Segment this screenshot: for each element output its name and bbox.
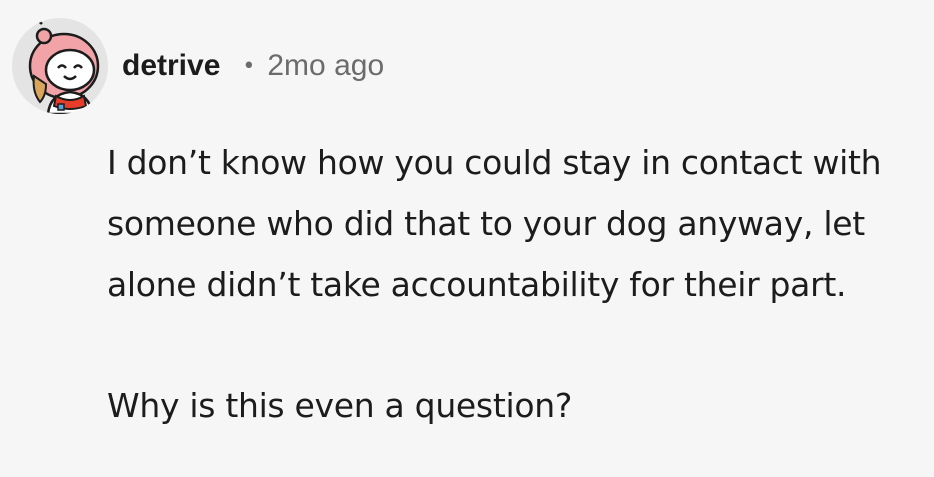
avatar[interactable] <box>12 18 108 114</box>
snoo-avatar-pink-hood-icon <box>28 19 100 114</box>
comment-header: detrive • 2mo ago <box>12 16 384 116</box>
username[interactable]: detrive <box>122 49 220 83</box>
timestamp[interactable]: 2mo ago <box>267 49 384 83</box>
comment-paragraph: Why is this even a question? <box>107 386 573 425</box>
comment-body: I don’t know how you could stay in conta… <box>107 132 917 436</box>
comment: detrive • 2mo ago I don’t know how you c… <box>0 0 934 477</box>
comment-paragraph: I don’t know how you could stay in conta… <box>107 143 882 304</box>
meta-separator: • <box>242 53 256 79</box>
